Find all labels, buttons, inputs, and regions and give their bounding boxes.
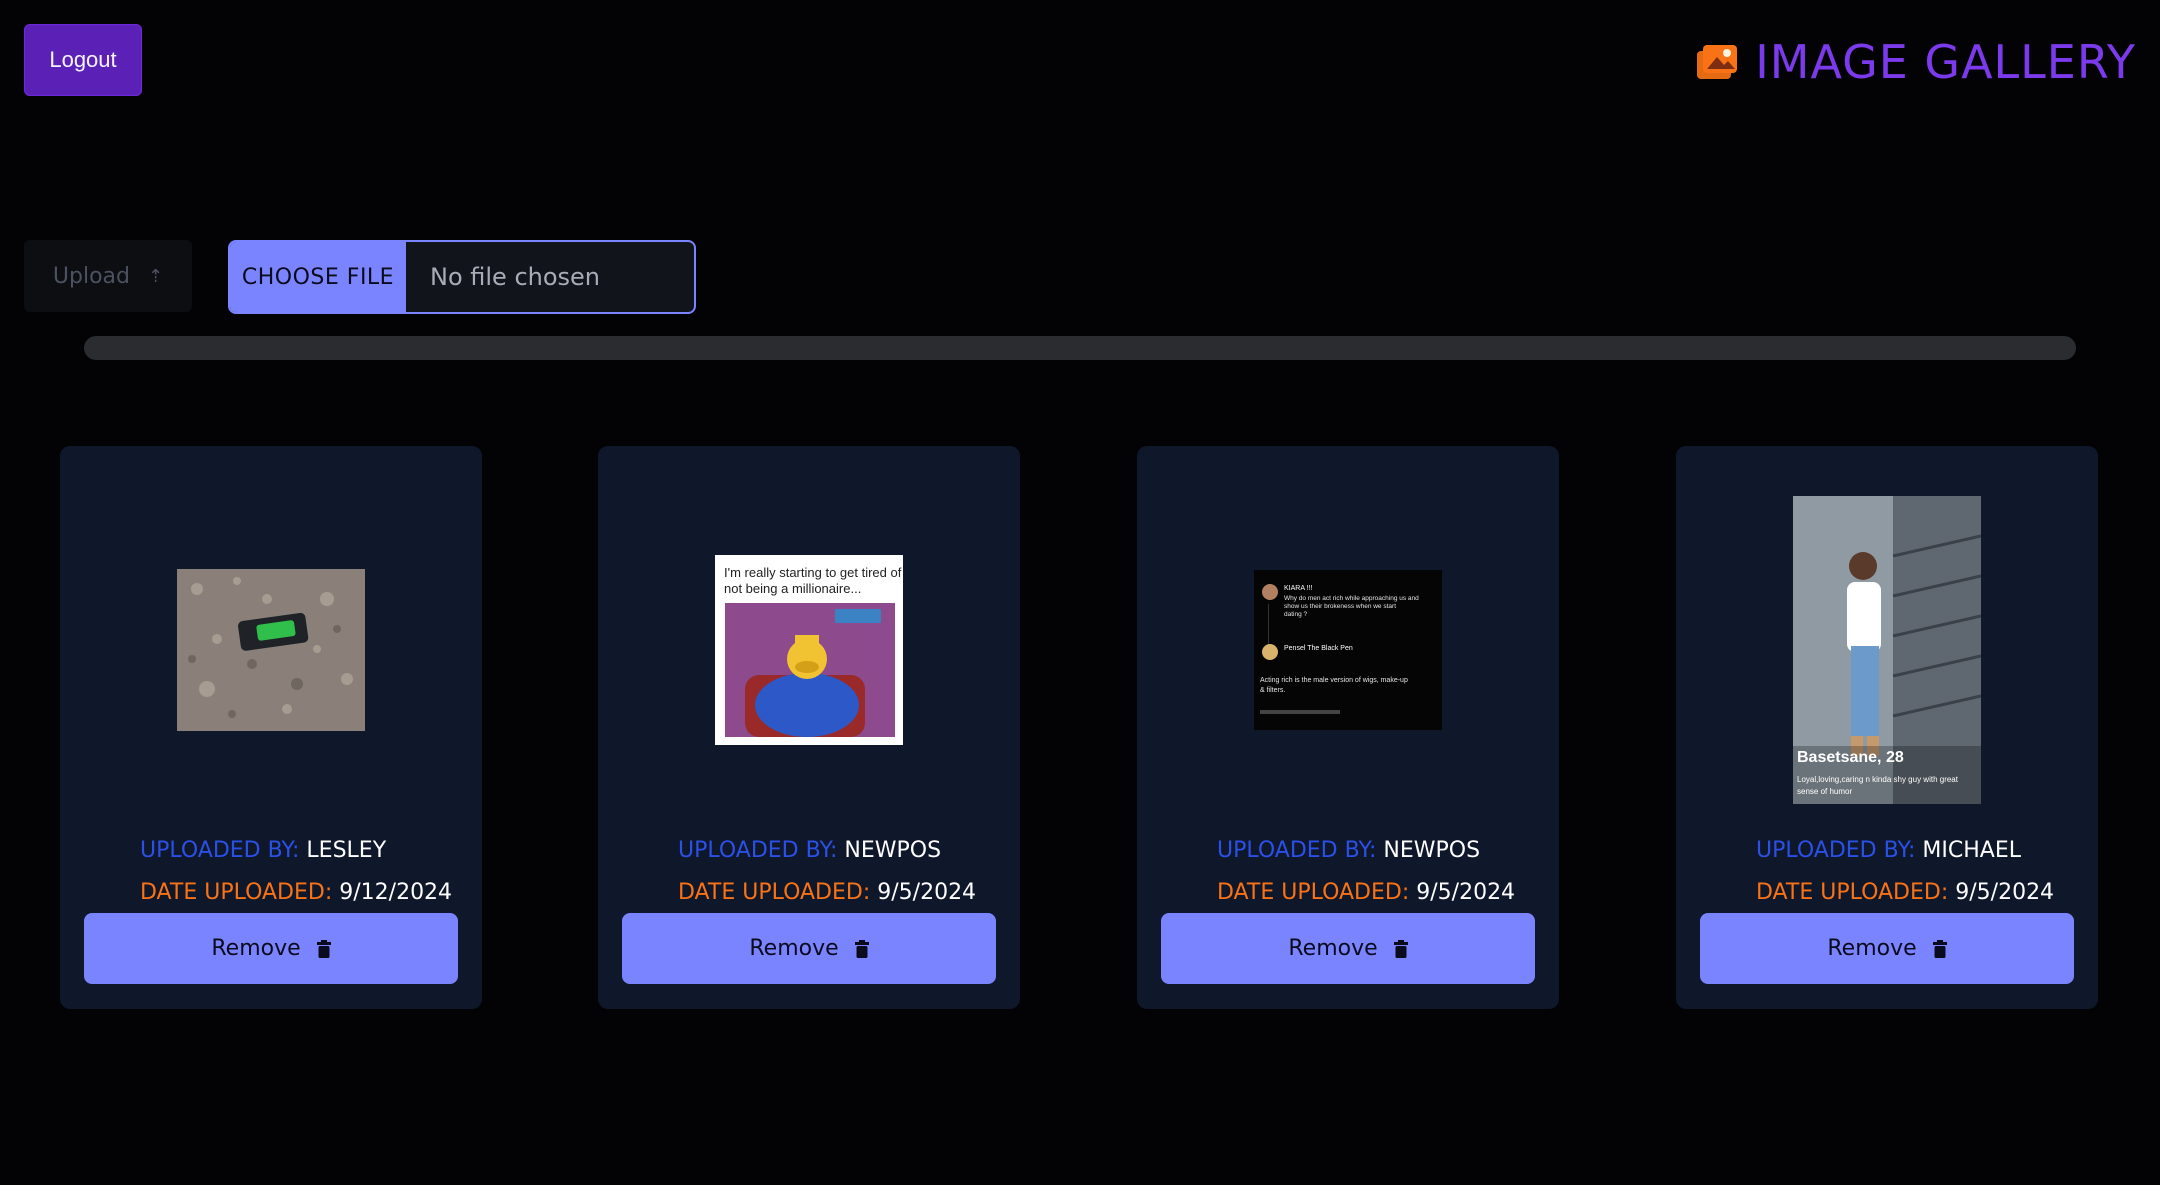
date-uploaded-value: 9/5/2024 [1416, 880, 1516, 905]
brand: IMAGE GALLERY [1697, 34, 2136, 90]
tweet-text-1: Why do men act rich while approaching us… [1284, 595, 1419, 602]
date-uploaded-value: 9/5/2024 [1955, 880, 2055, 905]
trash-icon [316, 939, 331, 958]
trash-icon [1393, 939, 1408, 958]
uploaded-by: UPLOADED BY: LESLEY [140, 838, 386, 863]
uploaded-by: UPLOADED BY: NEWPOS [678, 838, 941, 863]
tweet-text-2b: & filters. [1260, 687, 1285, 694]
uploaded-by-label: UPLOADED BY: [140, 838, 300, 863]
logout-button[interactable]: Logout [24, 24, 142, 96]
remove-button-label: Remove [1288, 936, 1378, 961]
uploaded-by-value: MICHAEL [1922, 838, 2022, 863]
remove-button[interactable]: Remove [622, 913, 996, 984]
tweet-author-2: Pensel The Black Pen [1284, 645, 1353, 652]
date-uploaded-value: 9/5/2024 [877, 880, 977, 905]
trash-icon [854, 939, 869, 958]
tweet-author-1: KIARA !!! [1284, 585, 1312, 592]
tweet-text-1c: dating ? [1284, 611, 1308, 618]
profile-bio-2: sense of humor [1797, 787, 1852, 796]
upload-button[interactable]: Upload ⇡ [24, 240, 192, 312]
remove-button-label: Remove [749, 936, 839, 961]
trash-icon [1932, 939, 1947, 958]
card-image-area: KIARA !!! Why do men act rich while appr… [1137, 490, 1559, 810]
gallery-card: I'm really starting to get tired of not … [598, 446, 1020, 1009]
gallery-image[interactable]: KIARA !!! Why do men act rich while appr… [1254, 570, 1442, 730]
images-icon [1697, 45, 1738, 79]
tweet-text-1b: show us their brokeness when we start [1284, 603, 1396, 610]
remove-button[interactable]: Remove [1700, 913, 2074, 984]
date-uploaded: DATE UPLOADED: 9/5/2024 [1756, 880, 2054, 905]
date-uploaded-label: DATE UPLOADED: [1756, 880, 1949, 905]
meme-caption: I'm really starting to get tired of [724, 565, 902, 580]
tweet-text-2: Acting rich is the male version of wigs,… [1260, 677, 1408, 684]
arrow-up-icon: ⇡ [148, 265, 164, 287]
uploaded-by-label: UPLOADED BY: [678, 838, 838, 863]
uploaded-by-value: LESLEY [306, 838, 387, 863]
uploaded-by-value: NEWPOS [1383, 838, 1481, 863]
date-uploaded-label: DATE UPLOADED: [1217, 880, 1410, 905]
date-uploaded-value: 9/12/2024 [339, 880, 453, 905]
meme-caption-line2: not being a millionaire... [724, 581, 861, 596]
date-uploaded: DATE UPLOADED: 9/5/2024 [1217, 880, 1515, 905]
gallery-image[interactable]: Basetsane, 28 Loyal,loving,caring n kind… [1793, 496, 1981, 804]
profile-name: Basetsane, 28 [1797, 749, 1904, 766]
upload-progress-bar [84, 336, 2076, 360]
gallery-card: KIARA !!! Why do men act rich while appr… [1137, 446, 1559, 1009]
choose-file-button[interactable]: CHOOSE FILE [230, 242, 406, 312]
date-uploaded-label: DATE UPLOADED: [678, 880, 871, 905]
page: Logout IMAGE GALLERY Upload ⇡ CHOOSE FIL… [0, 0, 2160, 1185]
uploaded-by-label: UPLOADED BY: [1756, 838, 1916, 863]
date-uploaded-label: DATE UPLOADED: [140, 880, 333, 905]
uploaded-by: UPLOADED BY: MICHAEL [1756, 838, 2021, 863]
uploaded-by-label: UPLOADED BY: [1217, 838, 1377, 863]
upload-button-label: Upload [52, 263, 130, 289]
file-input[interactable]: CHOOSE FILE No file chosen [228, 240, 696, 314]
gallery-card: Basetsane, 28 Loyal,loving,caring n kind… [1676, 446, 2098, 1009]
profile-bio: Loyal,loving,caring n kinda shy guy with… [1797, 775, 1959, 784]
gallery-image[interactable] [177, 569, 365, 731]
uploaded-by: UPLOADED BY: NEWPOS [1217, 838, 1480, 863]
card-image-area: I'm really starting to get tired of not … [598, 490, 1020, 810]
card-image-area: Basetsane, 28 Loyal,loving,caring n kind… [1676, 490, 2098, 810]
remove-button[interactable]: Remove [84, 913, 458, 984]
gallery-card: UPLOADED BY: LESLEY DATE UPLOADED: 9/12/… [60, 446, 482, 1009]
remove-button-label: Remove [1827, 936, 1917, 961]
gallery-image[interactable]: I'm really starting to get tired of not … [715, 555, 903, 745]
uploaded-by-value: NEWPOS [844, 838, 942, 863]
date-uploaded: DATE UPLOADED: 9/5/2024 [678, 880, 976, 905]
remove-button[interactable]: Remove [1161, 913, 1535, 984]
card-image-area [60, 490, 482, 810]
page-title: IMAGE GALLERY [1755, 35, 2136, 89]
remove-button-label: Remove [211, 936, 301, 961]
file-status: No file chosen [430, 263, 601, 291]
date-uploaded: DATE UPLOADED: 9/12/2024 [140, 880, 452, 905]
